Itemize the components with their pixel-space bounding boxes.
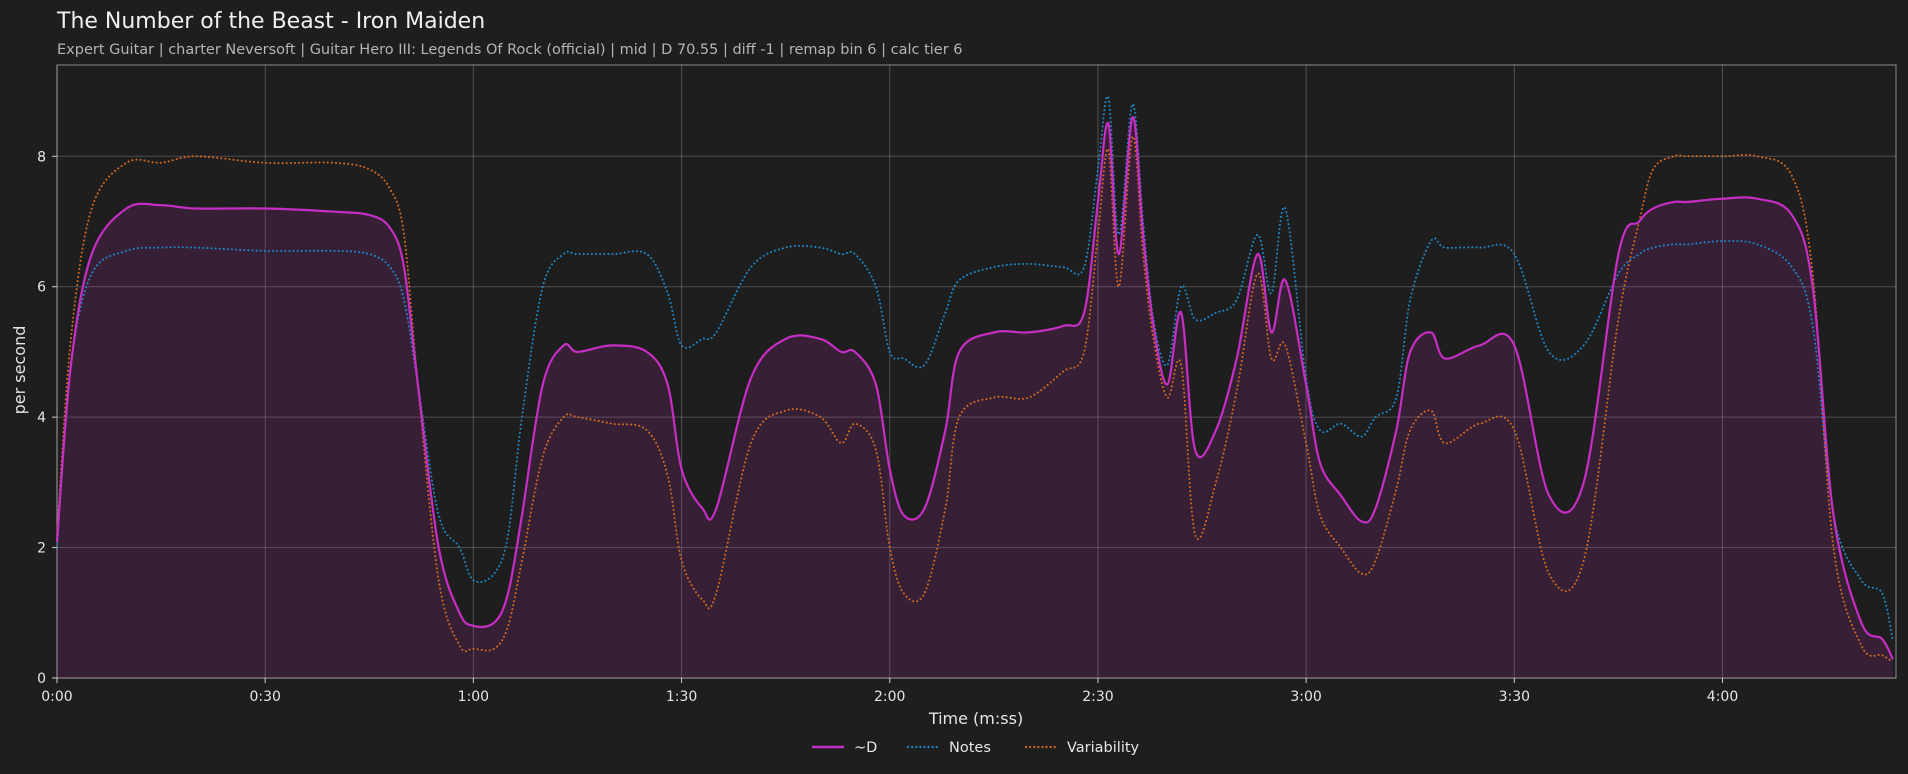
x-axis-label: Time (m:ss) xyxy=(928,709,1023,728)
y-tick-label: 2 xyxy=(37,541,46,557)
y-tick-label: 4 xyxy=(37,410,46,426)
y-tick-label: 0 xyxy=(37,671,46,687)
x-tick-label: 0:30 xyxy=(249,689,280,705)
y-tick-label: 8 xyxy=(37,149,46,165)
y-axis-label: per second xyxy=(10,326,29,415)
legend-label: Variability xyxy=(1067,740,1140,756)
x-tick-label: 3:00 xyxy=(1290,689,1321,705)
legend: ~D Notes Variability xyxy=(811,740,1140,756)
x-tick-label: 1:00 xyxy=(458,689,489,705)
x-tick-label: 2:00 xyxy=(874,689,905,705)
x-tick-label: 4:00 xyxy=(1707,689,1738,705)
chart-svg: The Number of the Beast - Iron Maiden Ex… xyxy=(10,9,1897,756)
x-tick-label: 3:30 xyxy=(1499,689,1530,705)
chart-subtitle: Expert Guitar | charter Neversoft | Guit… xyxy=(57,42,963,58)
x-tick-label: 1:30 xyxy=(666,689,697,705)
x-tick-label: 2:30 xyxy=(1082,689,1113,705)
y-tick-label: 6 xyxy=(37,280,46,296)
legend-label: ~D xyxy=(854,740,877,756)
chart-root: The Number of the Beast - Iron Maiden Ex… xyxy=(0,0,1908,774)
chart-title: The Number of the Beast - Iron Maiden xyxy=(56,9,485,34)
x-tick-label: 0:00 xyxy=(41,689,72,705)
legend-label: Notes xyxy=(949,740,991,756)
